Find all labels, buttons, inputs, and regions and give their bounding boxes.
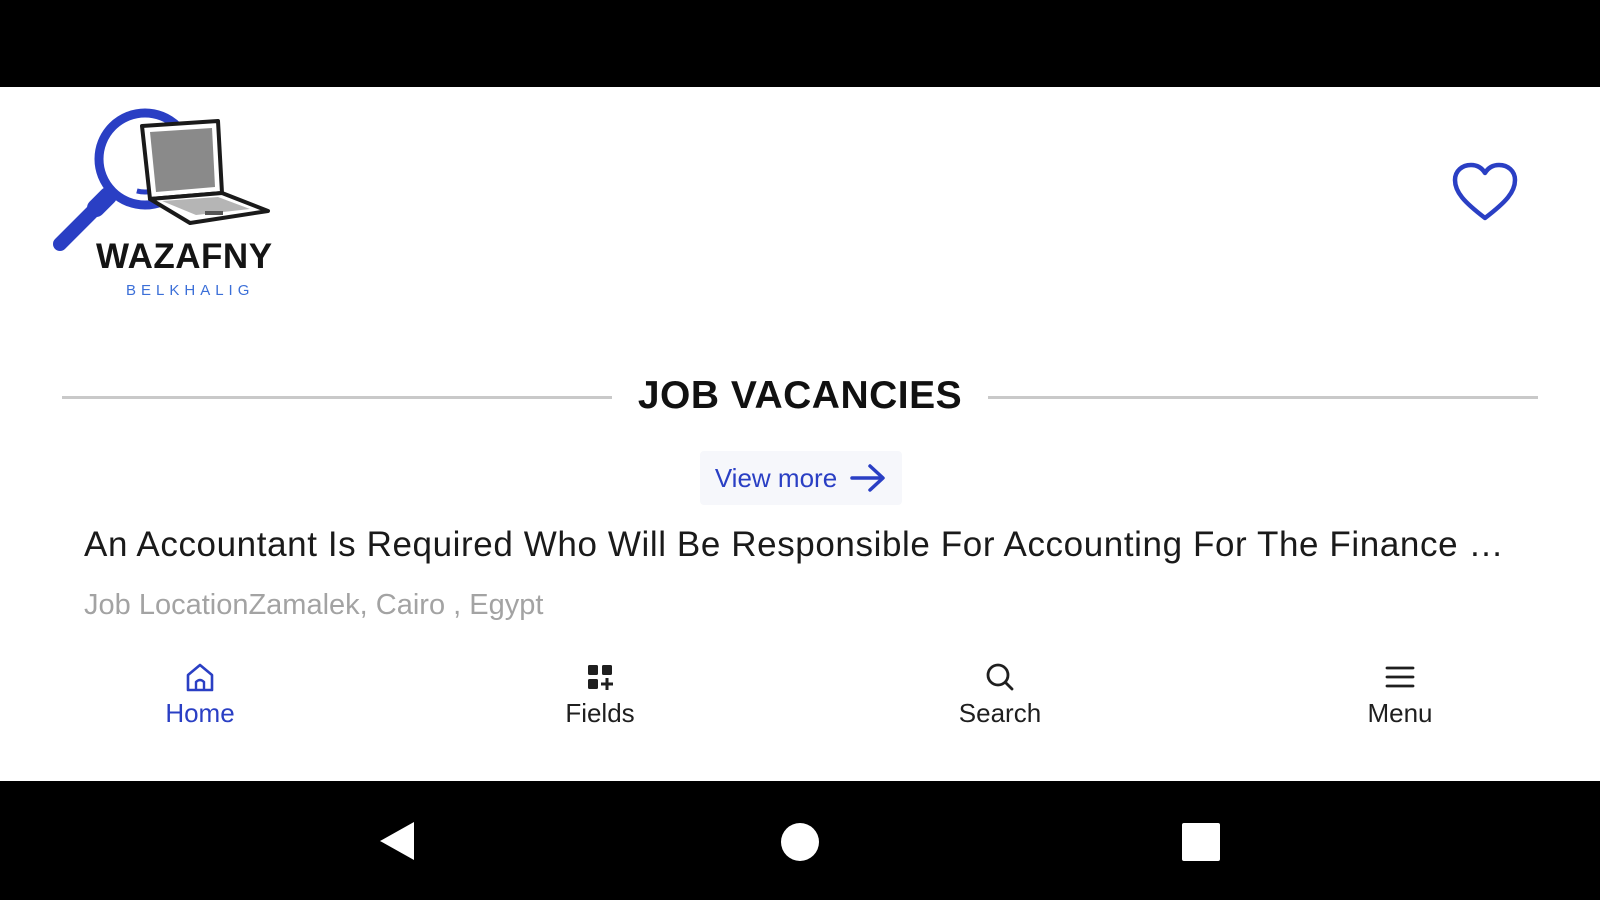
- nav-item-search[interactable]: Search: [800, 647, 1200, 781]
- nav-item-home[interactable]: Home: [0, 647, 400, 781]
- arrow-right-icon: [850, 464, 885, 492]
- system-navigation-bar: [0, 781, 1600, 900]
- nav-label-menu: Menu: [1367, 698, 1433, 728]
- home-circle-icon[interactable]: [780, 822, 820, 862]
- section-title: JOB VACANCIES: [637, 374, 963, 417]
- brand-name: WAZAFNY: [96, 237, 273, 276]
- bottom-navigation: Home Fields Search Menu: [0, 647, 1600, 781]
- search-icon: [986, 663, 1014, 691]
- brand-tagline: BELKHALIG: [126, 282, 255, 299]
- nav-label-search: Search: [958, 698, 1042, 728]
- section-header: JOB VACANCIES: [62, 371, 1538, 421]
- job-list-item[interactable]: An Accountant Is Required Who Will Be Re…: [84, 517, 1524, 637]
- view-more-label: View more: [714, 462, 838, 493]
- job-title: An Accountant Is Required Who Will Be Re…: [84, 525, 1524, 564]
- status-bar: [0, 0, 1600, 87]
- job-location: Job LocationZamalek, Cairo , Egypt: [84, 589, 544, 621]
- heart-outline-icon: [1452, 162, 1518, 221]
- nav-label-home: Home: [165, 698, 235, 728]
- recents-square-icon[interactable]: [1181, 822, 1221, 862]
- app-screen: WAZAFNY BELKHALIG JOB VACANCIES View mor…: [0, 87, 1600, 781]
- back-triangle-icon[interactable]: [378, 820, 418, 862]
- nav-item-fields[interactable]: Fields: [400, 647, 800, 781]
- brand-logo[interactable]: WAZAFNY BELKHALIG: [50, 101, 310, 299]
- grid-plus-icon: [588, 665, 613, 690]
- hamburger-icon: [1385, 666, 1415, 688]
- view-more-button[interactable]: View more: [700, 451, 902, 505]
- nav-label-fields: Fields: [565, 698, 635, 728]
- home-icon: [186, 663, 214, 692]
- divider-right: [988, 396, 1538, 399]
- divider-left: [62, 396, 612, 399]
- nav-item-menu[interactable]: Menu: [1200, 647, 1600, 781]
- favorites-button[interactable]: [1450, 162, 1520, 224]
